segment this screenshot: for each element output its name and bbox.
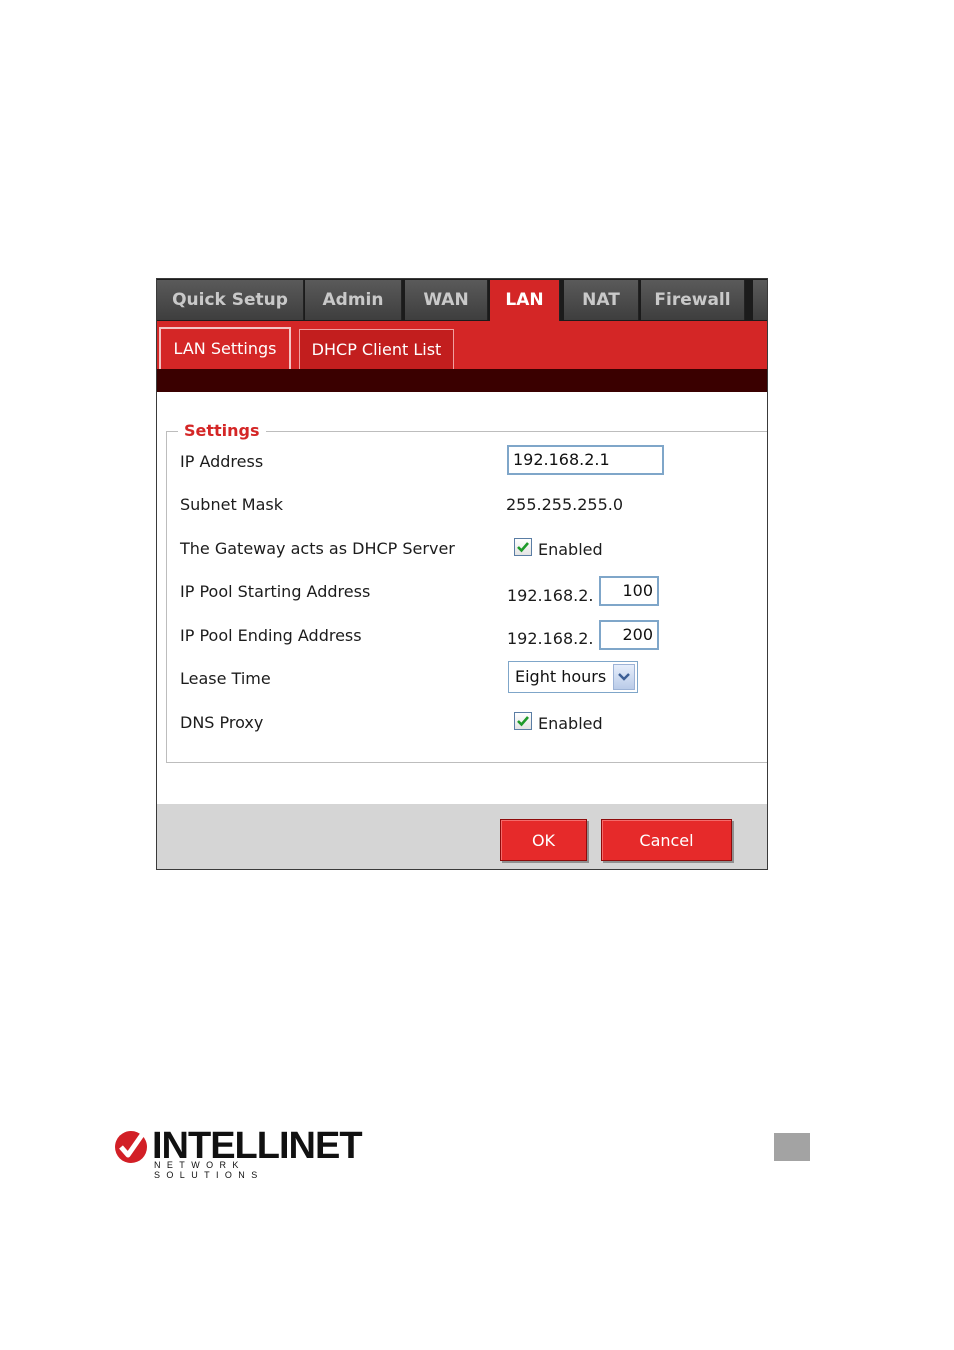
section-divider-bar	[157, 369, 767, 392]
lease-time-value: Eight hours	[515, 667, 607, 686]
dns-proxy-checkbox[interactable]	[514, 712, 532, 730]
dns-enabled-text: Enabled	[538, 714, 603, 733]
pool-end-prefix: 192.168.2.	[507, 629, 594, 648]
settings-legend: Settings	[178, 421, 266, 441]
page-marker	[774, 1133, 810, 1161]
ok-button[interactable]: OK	[500, 819, 587, 861]
tab-nat[interactable]: NAT	[564, 280, 639, 320]
tab-quick-setup[interactable]: Quick Setup	[157, 280, 304, 320]
pool-start-input[interactable]: 100	[599, 576, 659, 606]
tab-firewall[interactable]: Firewall	[641, 280, 745, 320]
pool-start-prefix: 192.168.2.	[507, 586, 594, 605]
tab-more[interactable]	[753, 280, 767, 320]
chevron-down-icon	[618, 673, 630, 681]
lease-time-label: Lease Time	[180, 669, 271, 688]
pool-end-input[interactable]: 200	[599, 620, 659, 650]
pool-start-label: IP Pool Starting Address	[180, 582, 371, 601]
logo-tagline: NETWORK SOLUTIONS	[154, 1160, 264, 1180]
lease-time-select[interactable]: Eight hours	[508, 661, 638, 693]
tab-admin[interactable]: Admin	[305, 280, 402, 320]
tab-lan[interactable]: LAN	[490, 280, 560, 322]
pool-end-label: IP Pool Ending Address	[180, 626, 362, 645]
dhcp-server-checkbox[interactable]	[514, 538, 532, 556]
settings-content: Settings IP Address 192.168.2.1 Subnet M…	[157, 392, 767, 804]
checkmark-circle-icon	[115, 1130, 147, 1163]
button-bar: OK Cancel	[157, 804, 767, 869]
subtab-dhcp-client-list[interactable]: DHCP Client List	[299, 329, 454, 369]
dropdown-button[interactable]	[613, 664, 635, 690]
tab-wan[interactable]: WAN	[405, 280, 488, 320]
dns-proxy-label: DNS Proxy	[180, 713, 264, 732]
subtab-lan-settings[interactable]: LAN Settings	[159, 327, 291, 369]
subnet-mask-label: Subnet Mask	[180, 495, 284, 514]
ip-address-label: IP Address	[180, 452, 264, 471]
dhcp-server-label: The Gateway acts as DHCP Server	[180, 539, 455, 558]
checkmark-icon	[517, 716, 529, 727]
sub-tab-bar: LAN Settings DHCP Client List	[157, 321, 767, 369]
subnet-mask-value: 255.255.255.0	[506, 495, 624, 514]
checkmark-icon	[517, 542, 529, 553]
intellinet-logo: INTELLINET NETWORK SOLUTIONS	[114, 1126, 363, 1180]
router-config-window: Quick Setup Admin WAN LAN NAT Firewall L…	[156, 278, 768, 870]
main-tab-bar: Quick Setup Admin WAN LAN NAT Firewall	[157, 279, 767, 322]
ip-address-input[interactable]: 192.168.2.1	[507, 445, 664, 475]
dhcp-enabled-text: Enabled	[538, 540, 603, 559]
cancel-button[interactable]: Cancel	[601, 819, 732, 861]
